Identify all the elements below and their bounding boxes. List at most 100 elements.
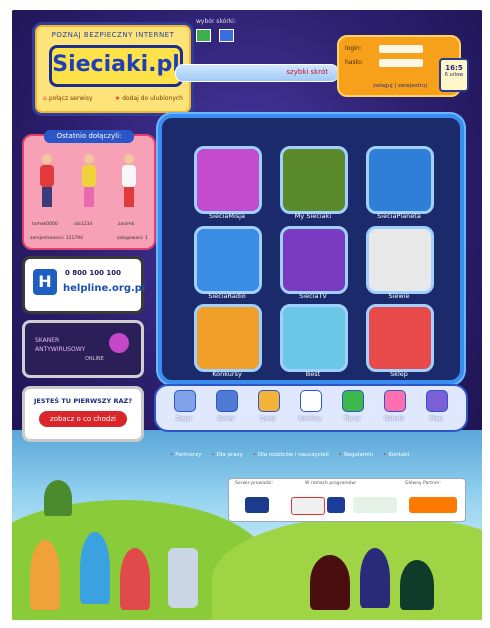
tile-konkursy[interactable]	[194, 304, 262, 372]
tile-sieciatv[interactable]	[280, 226, 348, 294]
poll-icon[interactable]	[216, 390, 238, 412]
tile-label[interactable]: SieciaMisja	[182, 212, 272, 220]
helpline-url[interactable]: helpline.org.pl	[63, 283, 145, 294]
tile-label[interactable]: SieciaRadio	[182, 292, 272, 300]
icon-label[interactable]: Galeria	[376, 416, 412, 422]
antivirus-scanner-banner[interactable]: SKANER ANTYWIRUSOWY ONLINE	[22, 320, 144, 378]
logo-panel[interactable]: POZNAJ BEZPIECZNY INTERNET Sieciaki.pl ⌂…	[32, 22, 194, 116]
dzieckointernet-logo[interactable]	[353, 497, 397, 513]
site-logo[interactable]: Sieciaki.pl	[49, 45, 183, 87]
home-icon: ⌂	[43, 95, 47, 102]
icon-label[interactable]: Zegar	[166, 416, 202, 422]
recently-joined-panel: Ostatnio dołączyli: tomek0000 ola1234 za…	[22, 130, 156, 250]
scanner-title: SKANER	[35, 337, 60, 344]
sponsor-heading: Główny Partner:	[405, 481, 441, 486]
tile-label[interactable]: SieciaTV	[268, 292, 358, 300]
character-villain	[310, 555, 350, 610]
character-skater	[44, 480, 72, 516]
skin-chooser: wybór skórki:	[196, 18, 237, 46]
first-time-panel: JESTEŚ TU PIERWSZY RAZ? zobacz o co chod…	[22, 386, 144, 442]
skin-blue-button[interactable]	[219, 29, 235, 42]
register-link[interactable]: zarejestruj	[398, 83, 427, 89]
password-input[interactable]	[379, 59, 423, 67]
scanner-subtitle: ANTYWIRUSOWY	[35, 346, 86, 353]
comics-icon[interactable]	[300, 390, 322, 412]
quiz-icon[interactable]	[258, 390, 280, 412]
user-avatar[interactable]	[120, 154, 138, 212]
logged-count: zalogowani: 1	[116, 236, 148, 241]
tile-label[interactable]: My Sieciaki	[268, 212, 358, 220]
character-villain	[400, 560, 434, 610]
tile-siewie[interactable]	[366, 226, 434, 294]
add-favorites-link[interactable]: ★ dodaj do ulubionych	[115, 95, 183, 102]
tips-icon[interactable]	[342, 390, 364, 412]
first-time-question: JESTEŚ TU PIERWSZY RAZ?	[33, 397, 132, 405]
skin-label: wybór skórki:	[196, 18, 236, 25]
scanner-online: ONLINE	[85, 356, 104, 362]
tile-label[interactable]: Konkursy	[182, 370, 272, 378]
character-boy	[80, 532, 110, 604]
login-link[interactable]: zaloguj	[373, 83, 393, 89]
virus-icon	[109, 333, 129, 353]
tile-label[interactable]: SieciaPlaneta	[354, 212, 444, 220]
quick-shortcut-bar[interactable]: szybki skrót	[175, 64, 339, 82]
user-avatar[interactable]	[38, 154, 56, 212]
sponsor-heading: Serwis prowadzi:	[235, 481, 273, 486]
press-link[interactable]: • Dla prasy	[211, 452, 242, 458]
character-robot	[168, 548, 198, 608]
footer-links: • Partnerzy • Dla prasy • Dla rodziców i na…	[170, 452, 450, 458]
gallery-icon[interactable]	[384, 390, 406, 412]
parents-teachers-link[interactable]: • Dla rodziców i nauczycieli	[253, 452, 329, 458]
skin-green-button[interactable]	[196, 29, 211, 42]
helpline-phone: 0 800 100 100	[65, 269, 122, 277]
character-villain	[360, 548, 390, 608]
page: POZNAJ BEZPIECZNY INTERNET Sieciaki.pl ⌂…	[0, 0, 490, 628]
recently-joined-title: Ostatnio dołączyli:	[44, 130, 134, 143]
logo-tagline: POZNAJ BEZPIECZNY INTERNET	[51, 31, 175, 39]
password-label: hasło:	[345, 59, 364, 66]
nask-logo[interactable]	[245, 497, 269, 513]
sponsor-strip: Serwis prowadzi: W ramach programów: Głó…	[228, 478, 466, 522]
map-icon[interactable]	[426, 390, 448, 412]
clock-day: 6 urlow	[444, 72, 464, 78]
user-name[interactable]: zanimk	[118, 222, 134, 227]
user-avatar[interactable]	[80, 154, 98, 212]
character-kid	[120, 548, 150, 610]
star-icon: ★	[114, 95, 121, 102]
orange-foundation-logo[interactable]	[409, 497, 457, 513]
character-girl	[30, 540, 60, 610]
connect-services-link[interactable]: ⌂ połącz serwisy	[43, 95, 93, 102]
icon-label[interactable]: Komiksy	[292, 416, 328, 422]
sponsor-heading: W ramach programów:	[305, 481, 357, 486]
eurosafer-logo[interactable]	[291, 497, 325, 515]
user-name[interactable]: tomek0000	[32, 222, 58, 227]
contact-link[interactable]: • Kontakt	[383, 452, 409, 458]
see-what-about-button[interactable]: zobacz o co chodzi	[39, 411, 127, 427]
clock-icon[interactable]	[174, 390, 196, 412]
terms-link[interactable]: • Regulamin	[339, 452, 373, 458]
icon-label[interactable]: Tip so	[334, 416, 370, 422]
clock-widget: 16:5 6 urlow	[439, 58, 469, 92]
login-label: login:	[345, 45, 362, 52]
icon-label[interactable]: Mwp	[418, 416, 454, 422]
tile-label[interactable]: Siewie	[354, 292, 444, 300]
clock-time: 16:5	[445, 64, 463, 72]
main-menu-panel: SieciaMisja My Sieciaki SieciaPlaneta Si…	[158, 114, 464, 384]
icon-label[interactable]: Quizy	[250, 416, 286, 422]
eu-logo[interactable]	[327, 497, 345, 513]
tile-sieciaplaneta[interactable]	[366, 146, 434, 214]
tile-best[interactable]	[280, 304, 348, 372]
helpline-banner[interactable]: H 0 800 100 100 helpline.org.pl	[22, 256, 145, 314]
tile-sieciamisja[interactable]	[194, 146, 262, 214]
icon-label[interactable]: Sondy	[208, 416, 244, 422]
quick-shortcut-label[interactable]: szybki skrót	[286, 68, 328, 76]
partners-link[interactable]: • Partnerzy	[170, 452, 201, 458]
tile-my-sieciaki[interactable]	[280, 146, 348, 214]
tile-sieciaradio[interactable]	[194, 226, 262, 294]
tools-icon-bar: Zegar Sondy Quizy Komiksy Tip so Galeria…	[154, 384, 468, 432]
tile-label[interactable]: Best	[268, 370, 358, 378]
user-name[interactable]: ola1234	[74, 222, 92, 227]
tile-sklep[interactable]	[366, 304, 434, 372]
login-input[interactable]	[379, 45, 423, 53]
tile-label[interactable]: Sklep	[354, 370, 444, 378]
